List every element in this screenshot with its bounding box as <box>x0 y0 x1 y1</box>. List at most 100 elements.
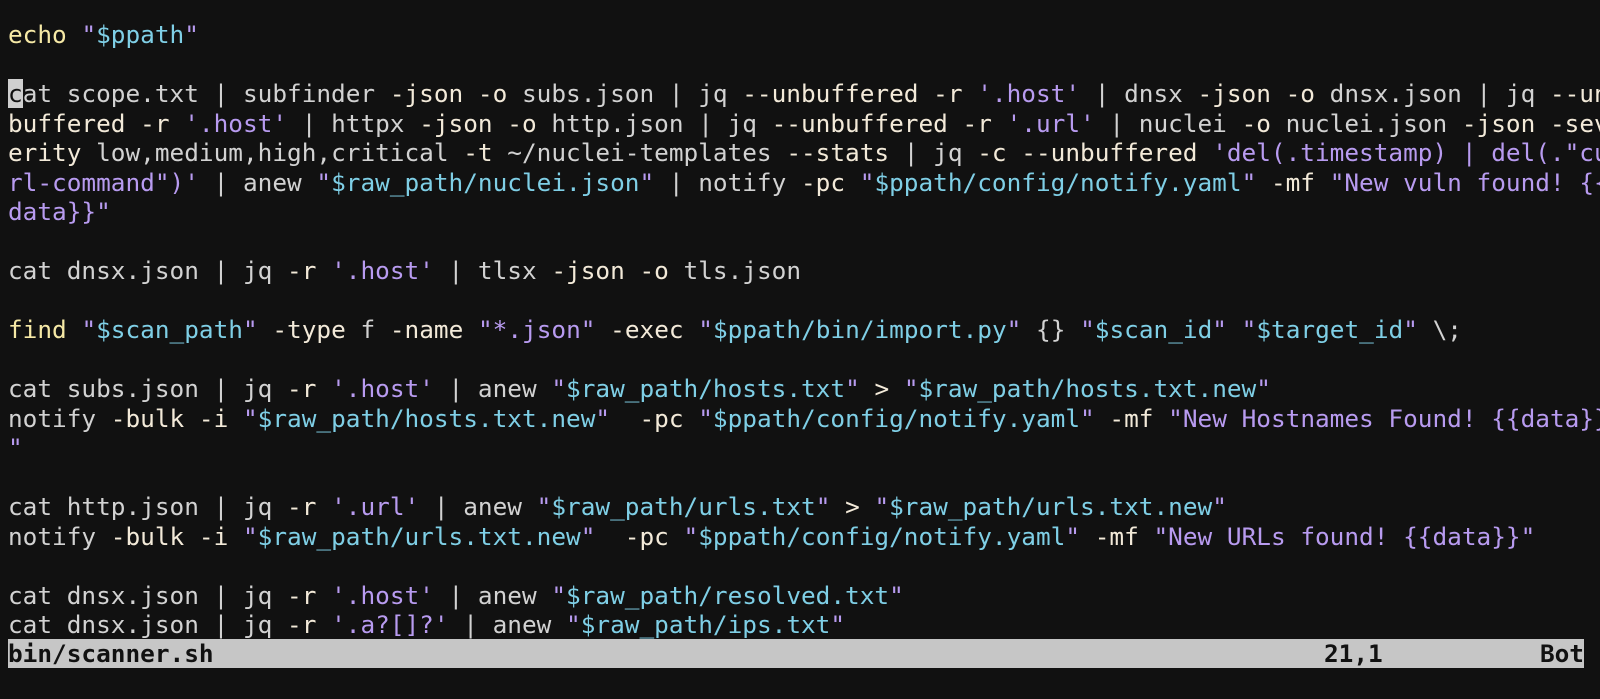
code-token: http.json | jq <box>536 108 772 138</box>
code-token: " <box>683 521 699 551</box>
code-token: --stats <box>786 138 890 167</box>
code-token: notify <box>8 521 111 551</box>
buffer-line[interactable]: notify -bulk -i "$raw_path/hosts.txt.new… <box>8 404 1600 434</box>
code-token: " <box>1080 315 1095 344</box>
code-token: erity <box>8 138 82 167</box>
code-token: -json -sev <box>1461 108 1600 138</box>
code-token: $ppath/bin/import.py <box>712 315 1007 344</box>
buffer-line[interactable]: " <box>8 433 1600 463</box>
code-token: '.host' <box>977 79 1081 108</box>
buffer-line[interactable]: erity low,medium,high,critical -t ~/nucl… <box>8 138 1600 168</box>
code-token: -pc <box>639 403 684 433</box>
buffer-line[interactable]: cat scope.txt | subfinder -json -o subs.… <box>8 79 1600 109</box>
code-token: ~/nuclei-templates <box>492 138 787 167</box>
buffer-line[interactable]: cat subs.json | jq -r '.host' | anew "$r… <box>8 374 1600 404</box>
code-token: " <box>815 492 831 521</box>
code-token: data}}" <box>8 197 111 226</box>
code-token: $raw_path/hosts.txt <box>566 374 846 403</box>
code-token: $raw_path/nuclei.json <box>331 167 640 197</box>
code-token: " <box>81 315 97 344</box>
code-token: -mf <box>1109 403 1154 433</box>
code-token: cat http.json | jq <box>8 492 288 521</box>
code-token: | anew <box>198 167 317 197</box>
code-token: -r <box>287 610 317 639</box>
code-token: -pc <box>624 521 669 551</box>
code-token: $raw_path/hosts.txt.new <box>257 403 596 433</box>
code-token: $ppath/config/notify.yaml <box>698 521 1066 551</box>
code-token: " <box>8 433 23 462</box>
code-token: -json -o <box>419 108 537 138</box>
code-token: " <box>1403 315 1418 344</box>
code-token: $scan_id <box>1094 315 1213 344</box>
code-token: | httpx <box>287 108 420 138</box>
code-token: " <box>1080 403 1095 433</box>
buffer-line[interactable]: cat dnsx.json | jq -r '.host' | tlsx -js… <box>8 256 1600 286</box>
code-token: " <box>830 610 846 639</box>
buffer-line[interactable]: cat dnsx.json | jq -r '.host' | anew "$r… <box>8 581 1600 611</box>
code-token: -name <box>389 315 464 344</box>
buffer-line[interactable]: cat http.json | jq -r '.url' | anew "$ra… <box>8 492 1600 522</box>
code-token: " <box>242 403 258 433</box>
code-token: | anew <box>448 610 567 639</box>
code-token: -type <box>272 315 346 344</box>
code-token: dnsx.json | jq <box>1314 79 1550 108</box>
code-token: $target_id <box>1256 315 1404 344</box>
code-token: "New URLs found! {{data}}" <box>1153 521 1536 551</box>
buffer-line[interactable] <box>8 345 1600 375</box>
status-line: bin/scanner.sh 21,1 Bot <box>8 639 1584 668</box>
vim-editor-window[interactable]: echo "$ppath" cat scope.txt | subfinder -… <box>0 0 1600 699</box>
code-token: " <box>1006 315 1022 344</box>
code-token: nuclei.json <box>1270 108 1462 138</box>
buffer-line[interactable]: data}}" <box>8 197 1600 227</box>
code-token: subs.json | jq <box>507 79 743 108</box>
code-token: '.url' <box>1006 108 1095 138</box>
code-token: | notify <box>654 167 801 197</box>
status-cursor-position: 21,1 <box>1324 639 1383 668</box>
code-token: echo <box>8 20 82 49</box>
code-token: " <box>566 610 581 639</box>
code-token: $raw_path/urls.txt <box>551 492 816 521</box>
buffer-line[interactable]: echo "$ppath" <box>8 20 1600 50</box>
code-token: cat dnsx.json | jq <box>8 610 288 639</box>
buffer-line[interactable]: rl-command")' | anew "$raw_path/nuclei.j… <box>8 168 1600 198</box>
code-token: " <box>1241 315 1257 344</box>
text-buffer[interactable]: echo "$ppath" cat scope.txt | subfinder -… <box>8 20 1600 640</box>
buffer-line[interactable] <box>8 463 1600 493</box>
buffer-line[interactable] <box>8 286 1600 316</box>
buffer-line[interactable] <box>8 227 1600 257</box>
buffer-line[interactable]: buffered -r '.host' | httpx -json -o htt… <box>8 109 1600 139</box>
code-token: -json -o <box>1197 79 1315 108</box>
code-token: notify <box>8 403 111 433</box>
code-token: -r <box>287 256 317 285</box>
buffer-line[interactable]: find "$scan_path" -type f -name "*.json"… <box>8 315 1600 345</box>
buffer-line[interactable] <box>8 50 1600 80</box>
code-token: $ppath/config/notify.yaml <box>874 167 1242 197</box>
code-token: " <box>536 492 552 521</box>
code-token: $raw_path/ips.txt <box>580 610 831 639</box>
code-token: " <box>595 403 611 433</box>
buffer-line[interactable]: notify -bulk -i "$raw_path/urls.txt.new"… <box>8 522 1600 552</box>
buffer-line[interactable] <box>8 551 1600 581</box>
code-token: | dnsx <box>1080 79 1198 108</box>
code-token: " <box>639 167 655 197</box>
code-token: f <box>345 315 390 344</box>
code-token: {} <box>1021 315 1081 344</box>
buffer-line[interactable]: cat dnsx.json | jq -r '.a?[]?' | anew "$… <box>8 610 1600 640</box>
code-token: " <box>551 374 567 403</box>
code-token: tls.json <box>668 256 802 285</box>
code-token: '.host' <box>331 256 434 285</box>
code-token: > <box>874 374 890 403</box>
